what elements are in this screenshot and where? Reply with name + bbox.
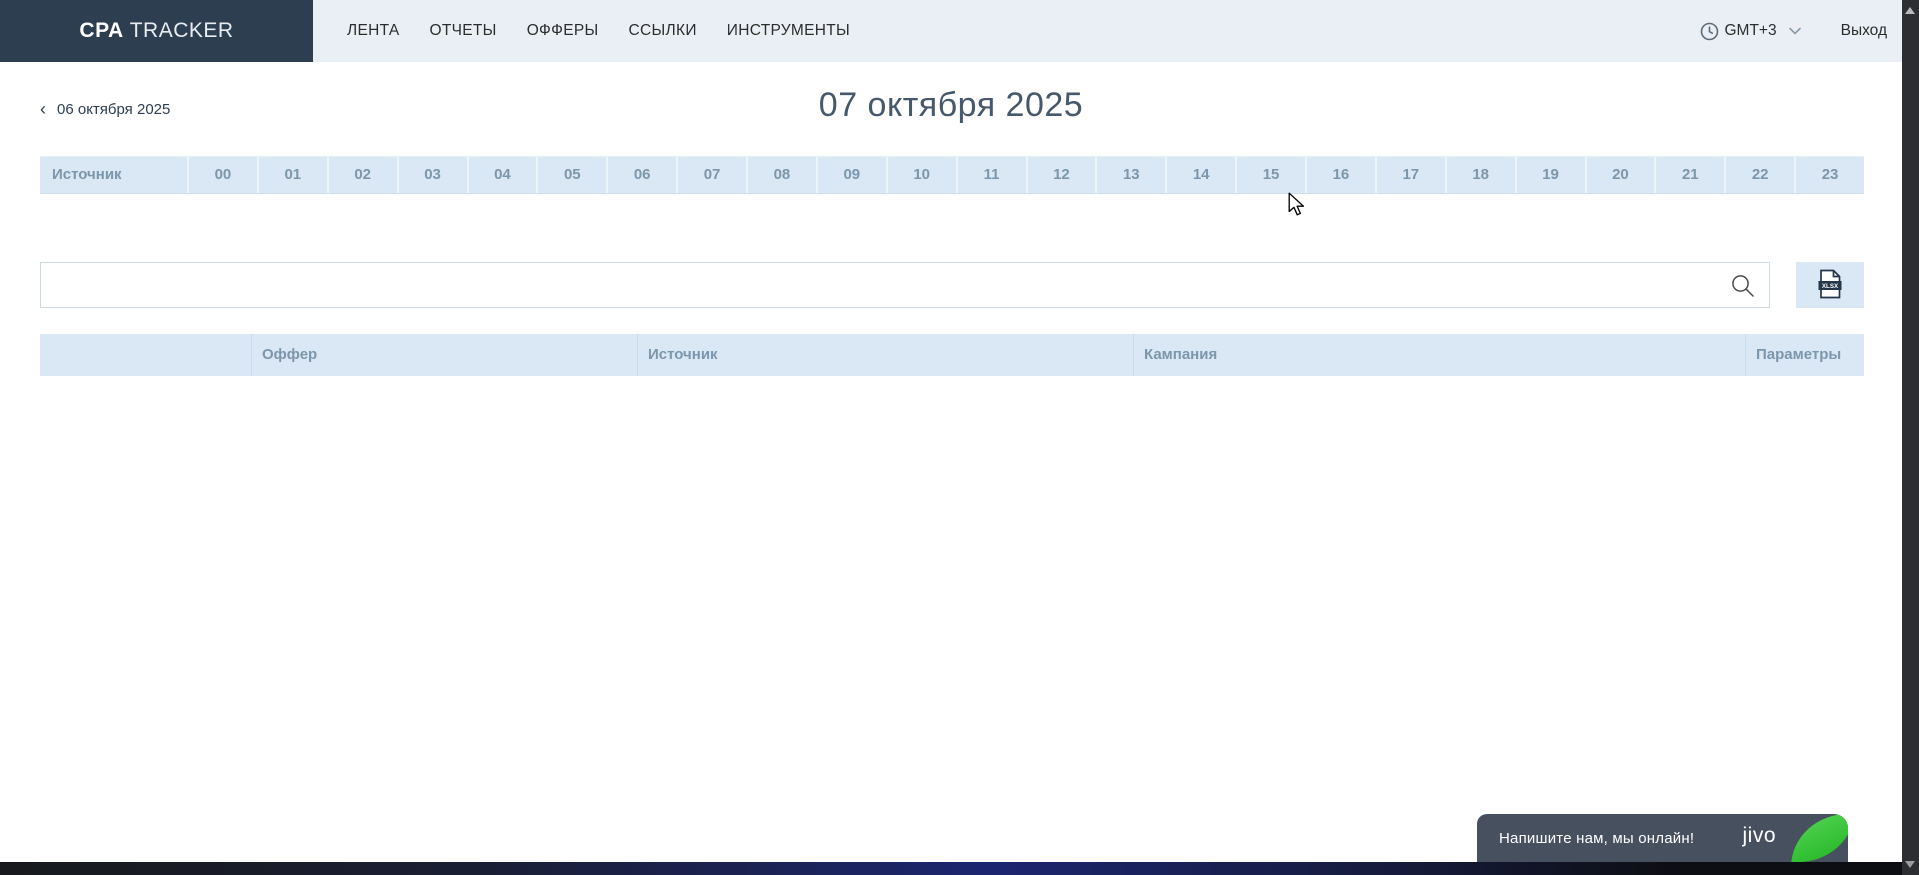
hour-column-header-21: 21 <box>1654 157 1724 193</box>
hour-column-header-11: 11 <box>956 157 1026 193</box>
results-column-header-1: Оффер <box>251 334 637 376</box>
timezone-value: GMT+3 <box>1725 22 1777 40</box>
hour-column-header-00: 00 <box>187 157 257 193</box>
results-column-header-2: Источник <box>637 334 1133 376</box>
app-logo[interactable]: CPA TRACKER <box>0 0 313 62</box>
search-box <box>40 262 1770 308</box>
results-table-header: ОфферИсточникКампанияПараметры <box>40 334 1864 376</box>
top-bar: CPA TRACKER ЛЕНТА ОТЧЕТЫ ОФФЕРЫ ССЫЛКИ ИНСТР… <box>0 0 1919 62</box>
export-xlsx-button[interactable]: XLSX <box>1796 262 1864 308</box>
hour-column-header-01: 01 <box>257 157 327 193</box>
results-column-header-0 <box>40 334 251 376</box>
scroll-down-arrow-icon[interactable] <box>1905 861 1915 868</box>
hour-column-header-18: 18 <box>1445 157 1515 193</box>
nav-item-1[interactable]: ОТЧЕТЫ <box>430 22 497 40</box>
hour-column-header-22: 22 <box>1724 157 1794 193</box>
hour-columns: 0001020304050607080910111213141516171819… <box>187 157 1864 193</box>
hour-column-header-12: 12 <box>1026 157 1096 193</box>
topbar-right: GMT+3 Выход <box>1700 22 1888 41</box>
hour-column-header-17: 17 <box>1375 157 1445 193</box>
search-icon[interactable] <box>1730 273 1756 304</box>
hour-column-header-14: 14 <box>1165 157 1235 193</box>
nav-item-3[interactable]: ССЫЛКИ <box>629 22 697 40</box>
app-logo-bold: CPA <box>79 19 123 43</box>
search-input[interactable] <box>41 263 1769 307</box>
scroll-up-arrow-icon[interactable] <box>1905 7 1915 14</box>
timezone-selector[interactable]: GMT+3 <box>1700 22 1801 41</box>
nav-item-2[interactable]: ОФФЕРЫ <box>527 22 599 40</box>
nav-item-4[interactable]: ИНСТРУМЕНТЫ <box>727 22 850 40</box>
hour-column-header-15: 15 <box>1235 157 1305 193</box>
hour-column-header-07: 07 <box>676 157 746 193</box>
results-column-header-3: Кампания <box>1133 334 1745 376</box>
logout-link[interactable]: Выход <box>1841 22 1887 40</box>
hour-column-header-19: 19 <box>1515 157 1585 193</box>
hour-column-header-20: 20 <box>1585 157 1655 193</box>
vertical-scrollbar[interactable] <box>1902 0 1919 875</box>
hours-header-row: Источник 0001020304050607080910111213141… <box>40 156 1864 194</box>
hours-source-header: Источник <box>40 157 187 193</box>
app-logo-rest: TRACKER <box>130 19 234 43</box>
bottom-edge-strip <box>0 862 1902 875</box>
chat-widget[interactable]: Напишите нам, мы онлайн! jivo <box>1477 814 1848 862</box>
hour-column-header-02: 02 <box>327 157 397 193</box>
mouse-cursor <box>1286 192 1308 221</box>
hour-column-header-06: 06 <box>606 157 676 193</box>
xlsx-label: XLSX <box>1822 282 1839 289</box>
page-title: 07 октября 2025 <box>0 86 1902 125</box>
chat-message: Напишите нам, мы онлайн! <box>1499 830 1694 847</box>
jivo-logo: jivo <box>1742 824 1776 848</box>
hour-column-header-13: 13 <box>1095 157 1165 193</box>
hour-column-header-03: 03 <box>397 157 467 193</box>
main-nav: ЛЕНТА ОТЧЕТЫ ОФФЕРЫ ССЫЛКИ ИНСТРУМЕНТЫ <box>347 22 850 40</box>
hour-column-header-09: 09 <box>816 157 886 193</box>
xlsx-file-icon: XLSX <box>1817 269 1843 302</box>
hour-column-header-04: 04 <box>467 157 537 193</box>
clock-icon <box>1700 22 1719 41</box>
hour-column-header-05: 05 <box>536 157 606 193</box>
jivo-leaf-icon <box>1791 814 1848 862</box>
hour-column-header-16: 16 <box>1305 157 1375 193</box>
results-column-header-4: Параметры <box>1745 334 1864 376</box>
nav-item-0[interactable]: ЛЕНТА <box>347 22 400 40</box>
hour-column-header-08: 08 <box>746 157 816 193</box>
chevron-down-icon <box>1789 27 1801 35</box>
hour-column-header-10: 10 <box>886 157 956 193</box>
hour-column-header-23: 23 <box>1794 157 1864 193</box>
